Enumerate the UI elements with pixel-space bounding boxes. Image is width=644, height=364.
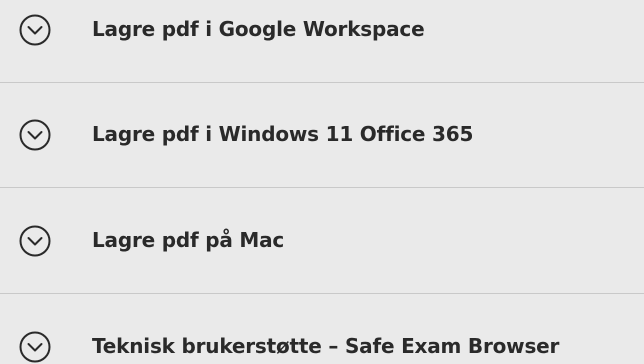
accordion-item-label: Lagre pdf i Windows 11 Office 365 (92, 122, 474, 146)
accordion-item-label: Lagre pdf på Mac (92, 228, 285, 252)
chevron-down-circle-icon[interactable] (19, 14, 51, 46)
chevron-down-circle-icon[interactable] (19, 119, 51, 151)
chevron-down-circle-icon[interactable] (19, 331, 51, 363)
accordion-item-google-workspace[interactable]: Lagre pdf i Google Workspace (0, 0, 644, 82)
chevron-down-circle-icon[interactable] (19, 225, 51, 257)
accordion-item-label: Teknisk brukerstøtte – Safe Exam Browser (92, 334, 560, 358)
accordion-item-windows-office[interactable]: Lagre pdf i Windows 11 Office 365 (0, 83, 644, 187)
accordion: Lagre pdf i Google Workspace Lagre pdf i… (0, 0, 644, 364)
accordion-item-label: Lagre pdf i Google Workspace (92, 17, 425, 41)
accordion-item-mac[interactable]: Lagre pdf på Mac (0, 188, 644, 293)
accordion-item-safe-exam-browser[interactable]: Teknisk brukerstøtte – Safe Exam Browser (0, 294, 644, 364)
